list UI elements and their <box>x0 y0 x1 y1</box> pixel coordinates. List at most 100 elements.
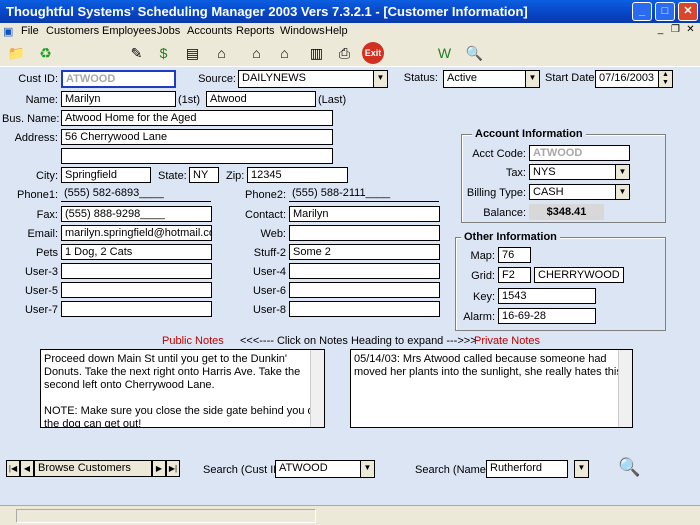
email-field[interactable]: marilyn.springfield@hotmail.com <box>61 225 212 241</box>
status-dropdown-icon[interactable]: ▼ <box>525 70 540 88</box>
status-field[interactable]: Active <box>443 70 526 88</box>
start-date-field[interactable]: 07/16/2003 <box>595 70 659 88</box>
first-suffix-label: (1st) <box>178 94 200 106</box>
menu-file[interactable]: File <box>21 25 39 37</box>
mdi-minimize-button[interactable]: _ <box>654 24 667 37</box>
schedule-icon[interactable]: ✎ <box>125 42 148 65</box>
balance-value: $348.41 <box>529 204 604 220</box>
grid-field[interactable]: F2 <box>498 267 531 283</box>
tax-dropdown-icon[interactable]: ▼ <box>615 164 630 180</box>
word-icon[interactable]: W <box>433 42 456 65</box>
home-edit-icon[interactable]: ⌂ <box>273 42 296 65</box>
zip-label: Zip: <box>226 170 245 182</box>
search-icon[interactable]: 🔍 <box>463 42 486 65</box>
browse-customers-field: Browse Customers <box>34 460 152 477</box>
search-cust-id-field[interactable]: ATWOOD <box>275 460 361 478</box>
alarm-field[interactable]: 16-69-28 <box>498 308 596 324</box>
app-doc-icon[interactable]: ▣ <box>3 25 13 38</box>
customer-form: Cust ID: ATWOOD Source: DAILYNEWS ▼ Stat… <box>0 67 700 457</box>
menu-customers[interactable]: Customers <box>46 25 99 37</box>
menu-help[interactable]: Help <box>325 25 348 37</box>
user6-field[interactable] <box>289 282 440 298</box>
grid-name-field[interactable]: CHERRYWOOD <box>534 267 624 283</box>
fax-field[interactable]: (555) 888-9298____ <box>61 206 212 222</box>
menu-employees[interactable]: Employees <box>102 25 156 37</box>
public-notes-paragraph-1: Proceed down Main St until you get to th… <box>44 353 301 391</box>
next-record-icon[interactable]: ▶ <box>152 460 166 477</box>
tax-label: Tax: <box>505 167 526 179</box>
last-name-field[interactable]: Atwood <box>206 91 316 107</box>
user7-field[interactable] <box>61 301 212 317</box>
money-icon[interactable]: $ <box>152 42 175 65</box>
menu-windows[interactable]: Windows <box>280 25 325 37</box>
city-field[interactable]: Springfield <box>61 167 151 183</box>
phone1-field[interactable]: (555) 582-6893____ <box>61 186 211 202</box>
user3-field[interactable] <box>61 263 212 279</box>
user5-field[interactable] <box>61 282 212 298</box>
search-icon[interactable]: 🔍 <box>618 457 640 478</box>
home-icon[interactable]: ⌂ <box>210 42 233 65</box>
search-name-dropdown-icon[interactable]: ▼ <box>574 460 589 478</box>
mdi-restore-button[interactable]: ❐ <box>669 24 682 37</box>
private-notes-scrollbar[interactable] <box>618 350 632 427</box>
private-notes-heading[interactable]: Private Notes <box>474 335 540 347</box>
menu-reports[interactable]: Reports <box>236 25 275 37</box>
pets-field[interactable]: 1 Dog, 2 Cats <box>61 244 212 260</box>
search-name-field[interactable]: Rutherford <box>486 460 568 478</box>
key-label: Key: <box>472 291 495 303</box>
phone2-field[interactable]: (555) 588-2111____ <box>289 186 439 202</box>
contact-field[interactable]: Marilyn <box>289 206 440 222</box>
balance-label: Balance: <box>483 207 526 219</box>
mdi-close-button[interactable]: ✕ <box>684 24 697 37</box>
billing-type-field[interactable]: CASH <box>529 184 616 200</box>
key-field[interactable]: 1543 <box>498 288 596 304</box>
last-record-icon[interactable]: ▶| <box>166 460 180 477</box>
contact-label: Contact: <box>245 209 286 221</box>
web-field[interactable] <box>289 225 440 241</box>
new-customer-icon[interactable]: 📁 <box>5 42 28 65</box>
address-line1-field[interactable]: 56 Cherrywood Lane <box>61 129 333 145</box>
public-notes-paragraph-2: NOTE: Make sure you close the side gate … <box>44 405 318 428</box>
map-label: Map: <box>470 250 495 262</box>
menu-accounts[interactable]: Accounts <box>187 25 232 37</box>
notebook-icon[interactable]: ▤ <box>181 42 204 65</box>
billing-type-dropdown-icon[interactable]: ▼ <box>615 184 630 200</box>
stuff2-field[interactable]: Some 2 <box>289 244 440 260</box>
start-date-spinner[interactable]: ▲ ▼ <box>658 70 673 88</box>
private-notes-box[interactable]: 05/14/03: Mrs Atwood called because some… <box>350 349 633 428</box>
phone2-label: Phone2: <box>245 189 286 201</box>
zip-field[interactable]: 12345 <box>247 167 348 183</box>
user4-field[interactable] <box>289 263 440 279</box>
cust-id-field[interactable]: ATWOOD <box>61 70 176 88</box>
bus-name-field[interactable]: Atwood Home for the Aged <box>61 110 333 126</box>
close-button[interactable]: ✕ <box>678 2 698 21</box>
first-name-field[interactable]: Marilyn <box>61 91 176 107</box>
menu-jobs[interactable]: Jobs <box>157 25 180 37</box>
refresh-icon[interactable]: ♻ <box>34 42 57 65</box>
public-notes-scrollbar[interactable] <box>310 350 324 427</box>
exit-icon[interactable]: Exit <box>362 42 384 64</box>
source-field[interactable]: DAILYNEWS <box>238 70 374 88</box>
source-label: Source: <box>198 73 236 85</box>
first-record-icon[interactable]: |◀ <box>6 460 20 477</box>
public-notes-heading[interactable]: Public Notes <box>162 335 224 347</box>
home-search-icon[interactable]: ⌂ <box>245 42 268 65</box>
maximize-button[interactable]: □ <box>655 2 675 21</box>
tax-field[interactable]: NYS <box>529 164 616 180</box>
printer-icon[interactable]: ⎙ <box>333 42 356 65</box>
map-field[interactable]: 76 <box>498 247 531 263</box>
prev-record-icon[interactable]: ◀ <box>20 460 34 477</box>
acct-code-field[interactable]: ATWOOD <box>529 145 630 161</box>
alarm-label: Alarm: <box>463 311 495 323</box>
user7-label: User-7 <box>24 304 58 316</box>
city-label: City: <box>36 170 58 182</box>
source-dropdown-icon[interactable]: ▼ <box>373 70 388 88</box>
minimize-button[interactable]: _ <box>632 2 652 21</box>
search-name-label: Search (Name): <box>415 464 493 476</box>
search-cust-id-dropdown-icon[interactable]: ▼ <box>360 460 375 478</box>
state-field[interactable]: NY <box>189 167 219 183</box>
book-icon[interactable]: ▥ <box>305 42 328 65</box>
address-line2-field[interactable] <box>61 148 333 164</box>
public-notes-box[interactable]: Proceed down Main St until you get to th… <box>40 349 325 428</box>
user8-field[interactable] <box>289 301 440 317</box>
